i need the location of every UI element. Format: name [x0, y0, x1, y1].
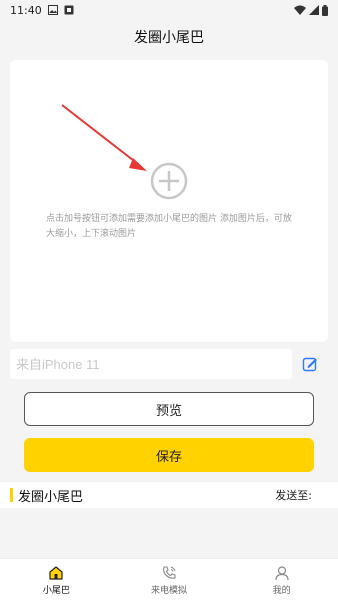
- save-button[interactable]: 保存: [24, 438, 314, 472]
- tab-call-simulation[interactable]: 来电模拟: [119, 565, 219, 596]
- image-upload-area[interactable]: 点击加号按钮可添加需要添加小尾巴的图片 添加图片后，可放大缩小，上下滚动图片: [10, 60, 328, 342]
- title-bar: 发圈小尾巴: [0, 20, 338, 54]
- tail-row: 发圈小尾巴 发送至:: [0, 482, 338, 508]
- status-bar: 11:40: [0, 0, 338, 20]
- status-time: 11:40: [10, 3, 42, 17]
- upload-hint: 点击加号按钮可添加需要添加小尾巴的图片 添加图片后，可放大缩小，上下滚动图片: [46, 214, 292, 239]
- add-circle-icon[interactable]: [150, 162, 188, 200]
- tab-mine-label: 我的: [272, 585, 291, 596]
- tail-name: 发圈小尾巴: [18, 489, 84, 505]
- status-right: [294, 4, 328, 16]
- source-text-input[interactable]: [10, 349, 292, 379]
- phone-call-icon: [163, 565, 176, 579]
- send-to-label[interactable]: 发送至:: [275, 487, 312, 503]
- page-title: 发圈小尾巴: [134, 30, 204, 46]
- notification-icon: [64, 5, 74, 15]
- tab-tail-label: 小尾巴: [42, 585, 70, 596]
- signal-icon: [309, 5, 319, 15]
- tab-call-simulation-label: 来电模拟: [150, 585, 187, 596]
- user-icon: [275, 565, 289, 580]
- wifi-icon: [294, 5, 306, 15]
- battery-icon: [322, 4, 328, 16]
- annotation-arrow: [61, 104, 147, 171]
- tab-tail[interactable]: 小尾巴: [6, 565, 106, 596]
- edit-icon[interactable]: [302, 356, 318, 372]
- save-label: 保存: [155, 449, 182, 465]
- tab-mine[interactable]: 我的: [232, 565, 332, 596]
- accent-marker: [10, 488, 13, 502]
- preview-button[interactable]: 预览: [24, 392, 314, 426]
- image-icon: [47, 5, 58, 15]
- status-left: 11:40: [10, 4, 74, 17]
- home-icon: [49, 565, 63, 580]
- bottom-tab-bar: 小尾巴 来电模拟 我的: [0, 558, 338, 601]
- preview-label: 预览: [155, 403, 182, 419]
- tail-name-group: 发圈小尾巴: [10, 486, 83, 505]
